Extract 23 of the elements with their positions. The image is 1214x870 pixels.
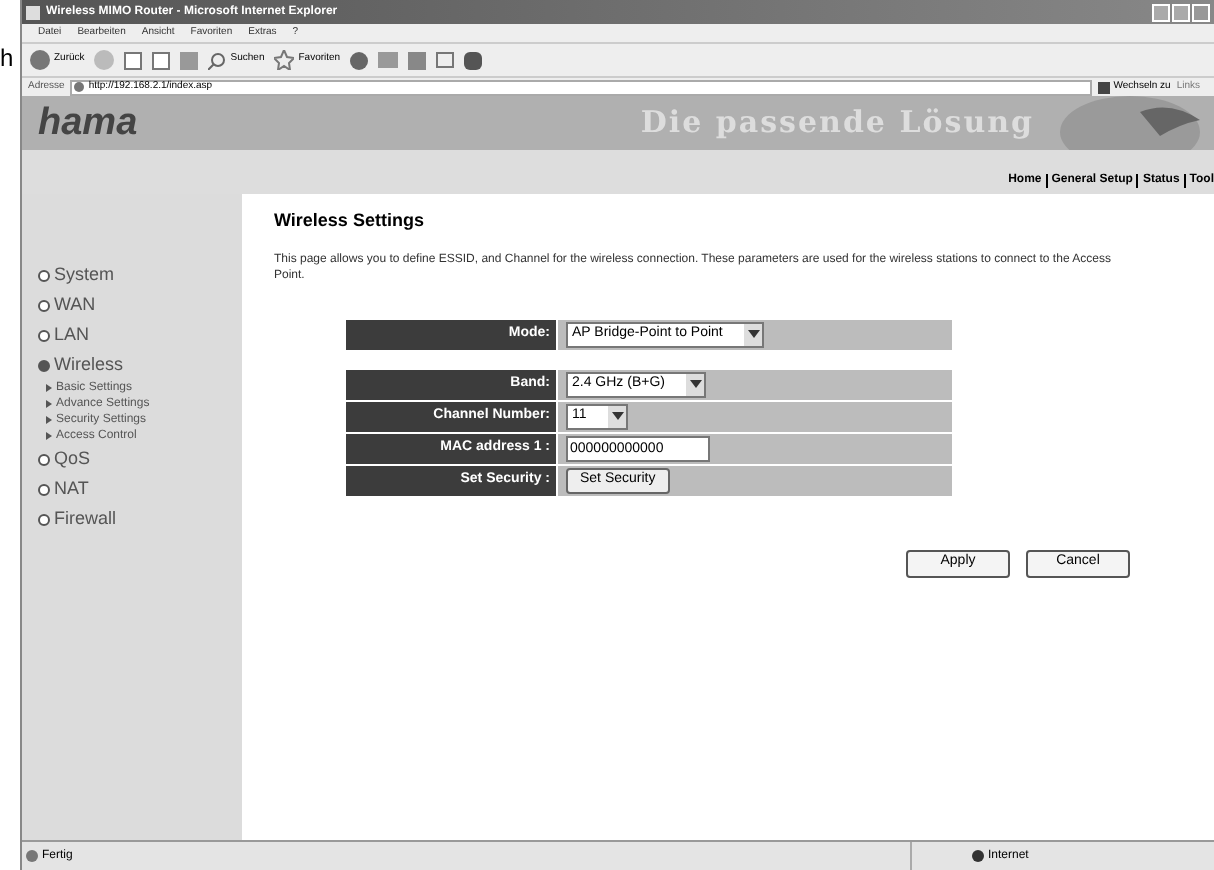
close-button[interactable]: [1192, 3, 1210, 21]
sidebar-item[interactable]: QoS: [38, 444, 242, 474]
hama-logo: hama: [38, 104, 138, 142]
caret-icon: [744, 323, 763, 345]
caret-icon: [608, 405, 627, 427]
caret-icon: [686, 373, 705, 395]
search-icon: [208, 51, 227, 69]
window-icon: [26, 5, 40, 19]
sidebar-item[interactable]: LAN: [38, 320, 242, 350]
bullet-icon: [46, 432, 52, 440]
page-heading: Wireless Settings: [274, 208, 426, 234]
sidebar-item[interactable]: Wireless: [38, 350, 242, 380]
bullet-icon: [46, 400, 52, 408]
sidebar-item[interactable]: WAN: [38, 290, 242, 320]
stray-letter: h: [0, 44, 14, 72]
minimize-button[interactable]: [1152, 3, 1170, 21]
sidebar-item[interactable]: System: [38, 260, 242, 290]
sidebar-item[interactable]: NAT: [38, 474, 242, 504]
sidebar-item[interactable]: Firewall: [38, 504, 242, 534]
bullet-icon: [46, 416, 52, 424]
star-icon: [274, 50, 295, 70]
bullet-icon: [46, 384, 52, 392]
maximize-button[interactable]: [1172, 3, 1190, 21]
